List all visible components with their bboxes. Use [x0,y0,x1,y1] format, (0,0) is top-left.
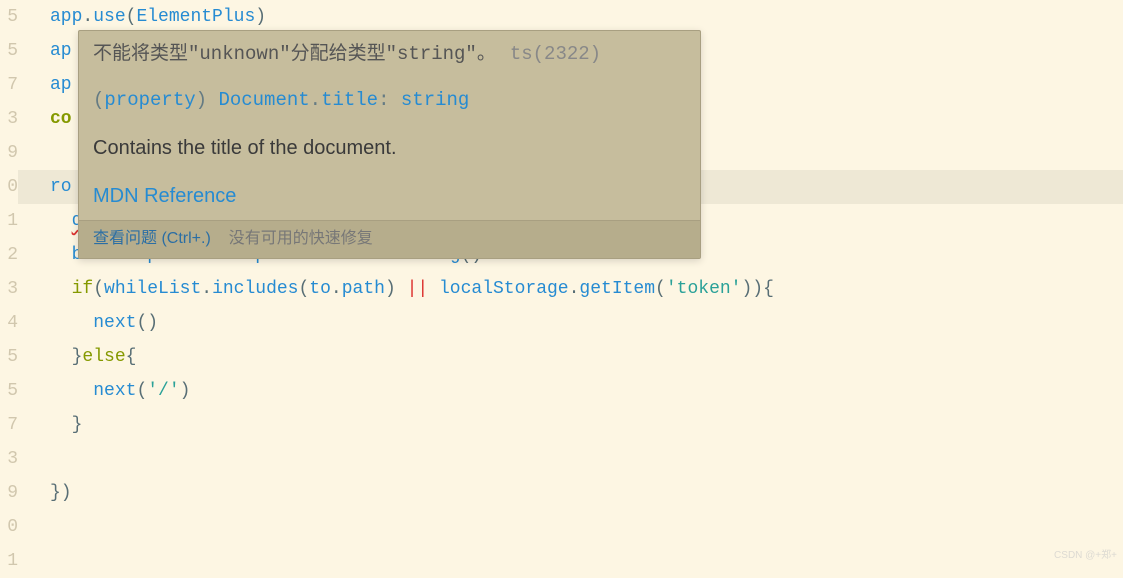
hover-actions-bar: 查看问题 (Ctrl+.) 没有可用的快速修复 [79,220,700,258]
error-message: 不能将类型"unknown"分配给类型"string"。 [93,43,496,65]
code-line[interactable] [50,442,1123,476]
watermark: CSDN @+郑+ [1054,548,1117,564]
doc-description: Contains the title of the document. [79,124,700,172]
mdn-reference-row: MDN Reference [79,172,700,220]
code-line[interactable]: }else{ [50,340,1123,374]
line-number-gutter: 5 5 7 3 9 0 1 2 3 4 5 5 7 3 9 0 1 [0,0,18,567]
mdn-reference-link[interactable]: MDN Reference [93,185,236,207]
view-problem-link[interactable]: 查看问题 (Ctrl+.) [93,230,211,247]
hover-tooltip[interactable]: 不能将类型"unknown"分配给类型"string"。 ts(2322) (pr… [78,30,701,259]
signature-row: (property) Document.title: string [79,77,700,123]
code-line[interactable]: next('/') [50,374,1123,408]
error-message-row: 不能将类型"unknown"分配给类型"string"。 ts(2322) [79,31,700,77]
code-line[interactable]: } [50,408,1123,442]
code-line[interactable]: next() [50,306,1123,340]
code-line[interactable]: if(whileList.includes(to.path) || localS… [50,272,1123,306]
code-line[interactable]: }) [50,476,1123,510]
error-code: ts(2322) [510,43,601,65]
no-quickfix-label: 没有可用的快速修复 [229,230,373,247]
code-line[interactable]: app.use(ElementPlus) [50,0,1123,34]
